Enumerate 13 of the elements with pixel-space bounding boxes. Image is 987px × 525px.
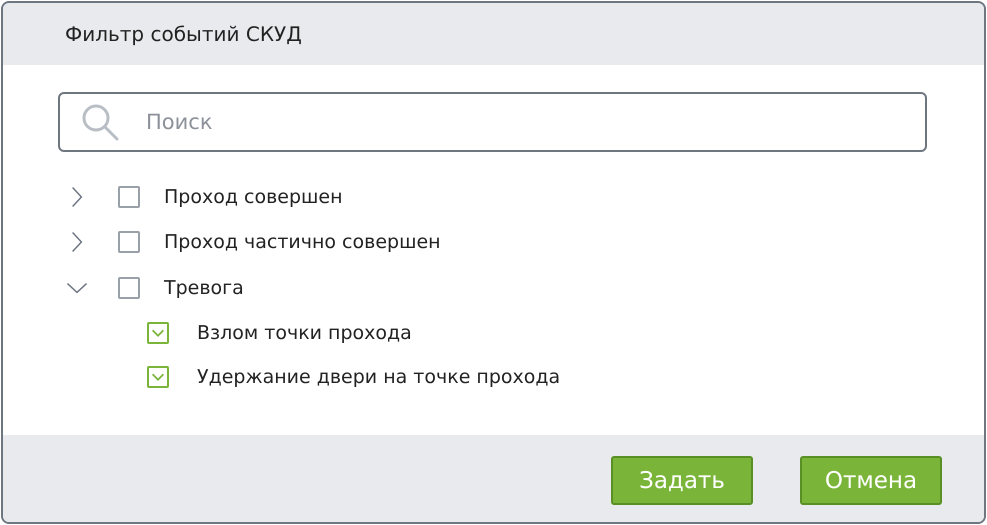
search-icon (80, 102, 120, 142)
checkbox[interactable] (118, 186, 140, 208)
tree-item-label[interactable]: Взлом точки прохода (197, 322, 412, 344)
search-field[interactable]: Поиск (58, 92, 927, 152)
tree-item-label[interactable]: Проход частично совершен (164, 231, 441, 254)
checkbox[interactable] (147, 366, 169, 388)
window-title: Фильтр событий СКУД (65, 22, 302, 46)
tree-item-label[interactable]: Тревога (164, 276, 244, 299)
checkbox[interactable] (118, 231, 140, 254)
tree-item-label[interactable]: Удержание двери на точке прохода (197, 366, 560, 388)
tree-item-label[interactable]: Проход совершен (164, 186, 343, 208)
checkbox[interactable] (147, 322, 169, 344)
checkbox[interactable] (118, 276, 140, 299)
